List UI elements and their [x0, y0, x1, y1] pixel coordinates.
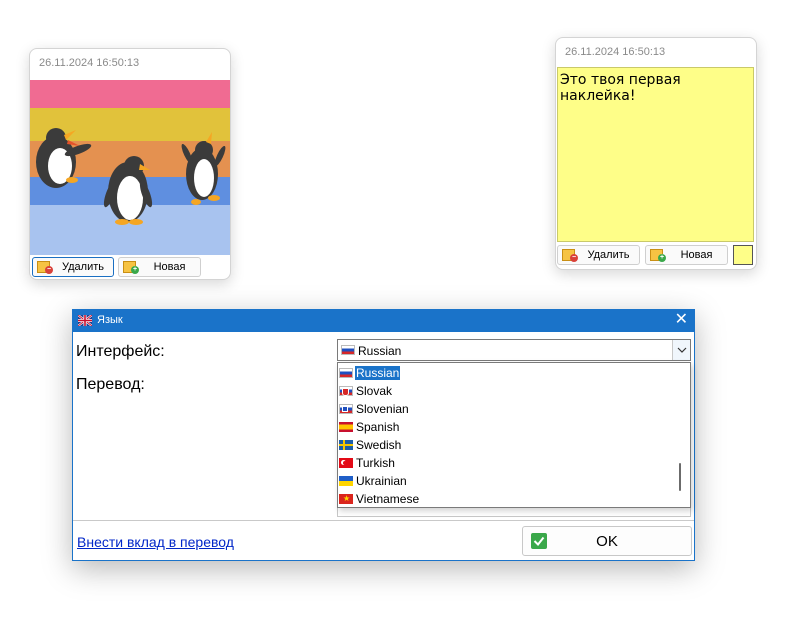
russia-flag-icon: [341, 345, 355, 355]
sticky-new-icon: +: [650, 248, 666, 262]
ok-button[interactable]: OK: [522, 526, 692, 556]
sweden-flag-icon: [339, 440, 353, 450]
note-new-button[interactable]: + Новая: [118, 257, 201, 277]
sticky-new-icon: +: [123, 260, 139, 274]
sticky-delete-icon: −: [562, 248, 578, 262]
note-delete-button[interactable]: − Удалить: [557, 245, 640, 265]
dropdown-scrollbar[interactable]: [679, 463, 681, 491]
note-timestamp: 26.11.2024 16:50:13: [565, 46, 666, 58]
sticky-delete-icon: −: [37, 260, 53, 274]
list-item-russian[interactable]: Russian: [339, 364, 669, 382]
dialog-title: Язык: [97, 314, 123, 326]
list-item-vietnamese[interactable]: ★ Vietnamese: [339, 490, 669, 508]
selected-language: Russian: [358, 344, 402, 358]
uk-flag-icon: [78, 315, 92, 326]
penguins-image: [30, 80, 230, 255]
note-text: Это твоя первая наклейка!: [560, 72, 681, 104]
dialog-titlebar[interactable]: Язык ✕: [73, 310, 694, 332]
slovenia-flag-icon: [339, 404, 353, 414]
spain-flag-icon: [339, 422, 353, 432]
list-item-spanish[interactable]: Spanish: [339, 418, 669, 436]
note-color-swatch[interactable]: [733, 245, 753, 265]
turkey-flag-icon: [339, 458, 353, 468]
list-item-swedish[interactable]: Swedish: [339, 436, 669, 454]
slovakia-flag-icon: [339, 386, 353, 396]
note-delete-button[interactable]: − Удалить: [32, 257, 114, 277]
ukraine-flag-icon: [339, 476, 353, 486]
translation-label: Перевод:: [76, 376, 145, 393]
chevron-down-icon[interactable]: [672, 340, 690, 360]
list-item-slovak[interactable]: Slovak: [339, 382, 669, 400]
interface-language-select[interactable]: Russian: [337, 339, 691, 361]
vietnam-flag-icon: ★: [339, 494, 353, 504]
note-new-button[interactable]: + Новая: [645, 245, 728, 265]
language-dialog: Язык ✕ Интерфейс: Перевод: Russian Russi…: [72, 309, 695, 561]
russia-flag-icon: [339, 368, 353, 378]
note-text-area[interactable]: Это твоя первая наклейка!: [557, 67, 754, 242]
language-dropdown-list[interactable]: Russian Slovak Slovenian Spanish Swedish: [337, 362, 691, 508]
interface-label: Интерфейс:: [76, 343, 165, 360]
list-item-turkish[interactable]: Turkish: [339, 454, 669, 472]
sticky-note-penguins[interactable]: 26.11.2024 16:50:13 − Удалить + Новая: [29, 48, 231, 280]
dialog-divider: [73, 520, 694, 521]
note-timestamp: 26.11.2024 16:50:13: [39, 57, 140, 69]
close-icon[interactable]: ✕: [675, 311, 688, 329]
contribute-translation-link[interactable]: Внести вклад в перевод: [77, 534, 234, 550]
sticky-note-yellow[interactable]: 26.11.2024 16:50:13 Это твоя первая накл…: [555, 37, 757, 270]
list-item-ukrainian[interactable]: Ukrainian: [339, 472, 669, 490]
list-item-slovenian[interactable]: Slovenian: [339, 400, 669, 418]
stripe-pink: [30, 80, 230, 108]
